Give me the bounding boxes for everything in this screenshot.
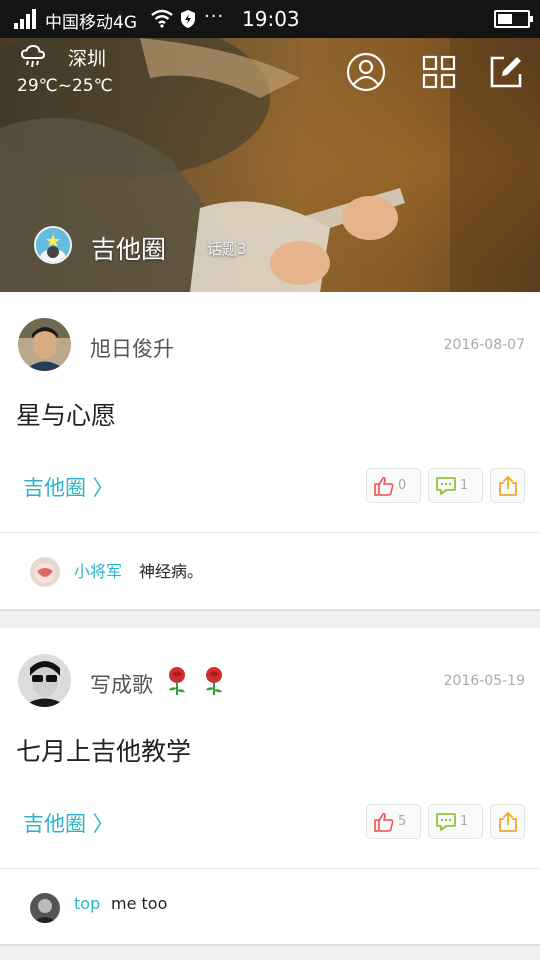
share-icon: [499, 475, 517, 496]
status-bar: 中国移动4G ··· 19:03: [0, 0, 540, 38]
comment-button[interactable]: 1: [428, 804, 483, 839]
commenter-name[interactable]: top: [74, 894, 100, 913]
wifi-icon: [151, 9, 173, 28]
post-date: 2016-05-19: [443, 673, 525, 689]
battery-icon: [494, 10, 533, 28]
rose-icon: [206, 667, 223, 695]
post-body[interactable]: 写成歌 2016-05-19 七月上吉他教学 吉他圈 〉 5 1: [0, 628, 540, 869]
post-title[interactable]: 七月上吉他教学: [16, 732, 191, 768]
like-button[interactable]: 0: [366, 468, 421, 503]
comment-button[interactable]: 1: [428, 468, 483, 503]
thumbs-up-icon: [374, 476, 394, 496]
comment-icon: [436, 812, 456, 831]
edit-icon: [490, 56, 522, 88]
circle-link[interactable]: 吉他圈 〉: [23, 472, 114, 502]
post-card[interactable]: 旭日俊升 2016-08-07 星与心愿 吉他圈 〉 0 1 小将军 神经病。: [0, 292, 540, 609]
comment-count: 1: [460, 478, 469, 493]
weather-temperature: 29℃~25℃: [17, 76, 113, 96]
avatar[interactable]: [18, 654, 71, 707]
compose-button[interactable]: [484, 50, 528, 94]
commenter-avatar[interactable]: [30, 557, 60, 587]
user-circle-icon: [346, 52, 386, 92]
more-indicator: ···: [204, 6, 225, 27]
circle-logo: [34, 226, 72, 264]
comment-icon: [436, 476, 456, 495]
commenter-name[interactable]: 小将军: [74, 558, 122, 582]
thumbs-up-icon: [374, 812, 394, 832]
share-button[interactable]: [490, 468, 525, 503]
like-count: 0: [398, 478, 407, 493]
rose-icon: [169, 667, 185, 695]
grid-button[interactable]: [417, 50, 461, 94]
post-date: 2016-08-07: [443, 337, 525, 353]
carrier-label: 中国移动4G: [45, 13, 137, 33]
post-card[interactable]: 写成歌 2016-05-19 七月上吉他教学 吉他圈 〉 5 1 top me …: [0, 628, 540, 945]
weather-city: 深圳: [68, 48, 107, 70]
shield-icon: [181, 10, 195, 28]
share-button[interactable]: [490, 804, 525, 839]
circle-link[interactable]: 吉他圈 〉: [23, 808, 114, 838]
rose-emojis: [164, 666, 227, 700]
commenter-avatar[interactable]: [30, 893, 60, 923]
signal-icon: [14, 9, 40, 29]
post-divider: [0, 609, 540, 611]
clock: 19:03: [242, 7, 300, 31]
topic-count: 话题3: [207, 240, 247, 258]
share-icon: [499, 811, 517, 832]
comment-text: 神经病。: [139, 562, 204, 581]
like-count: 5: [398, 814, 407, 829]
post-body[interactable]: 旭日俊升 2016-08-07 星与心愿 吉他圈 〉 0 1: [0, 292, 540, 533]
profile-button[interactable]: [344, 50, 388, 94]
comment-row[interactable]: top me too: [0, 869, 540, 945]
comment-text: me too: [111, 894, 168, 913]
post-title[interactable]: 星与心愿: [16, 396, 116, 432]
grid-icon: [422, 55, 456, 89]
like-button[interactable]: 5: [366, 804, 421, 839]
author-name[interactable]: 旭日俊升: [90, 333, 174, 363]
comment-row[interactable]: 小将军 神经病。: [0, 533, 540, 609]
author-name[interactable]: 写成歌: [90, 669, 153, 699]
circle-header: 深圳 29℃~25℃ 吉他圈 话题3: [0, 38, 540, 292]
circle-title: 吉他圈: [91, 235, 167, 264]
avatar[interactable]: [18, 318, 71, 371]
comment-count: 1: [460, 814, 469, 829]
post-divider: [0, 944, 540, 946]
rain-cloud-icon: [20, 44, 46, 68]
